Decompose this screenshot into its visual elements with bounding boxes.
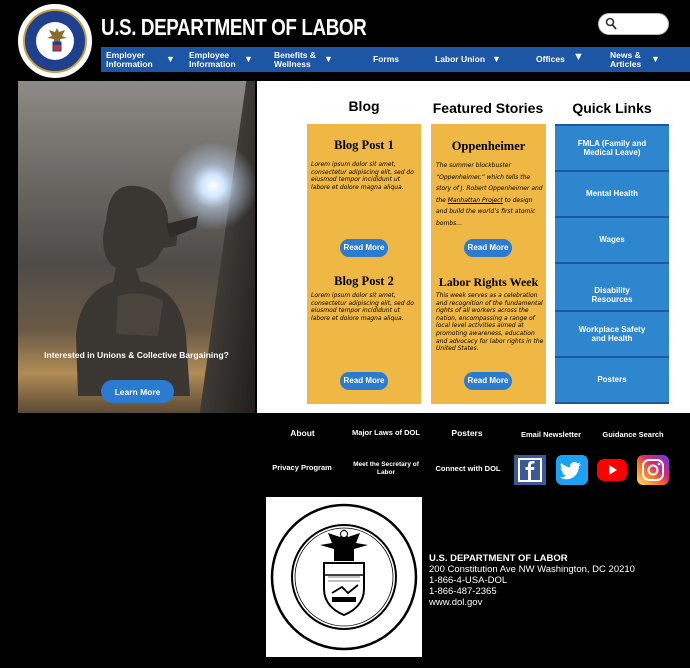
blog-card: Blog Post 1 Lorem ipsum dolor sit amet, … [307,124,421,404]
address-street: 200 Constitution Ave NW Washington, DC 2… [429,564,635,575]
footer-address: U.S. DEPARTMENT OF LABOR 200 Constitutio… [429,553,635,608]
footer-link-connect[interactable]: Connect with DOL [434,465,502,473]
footer-link-guidance-search[interactable]: Guidance Search [600,431,666,439]
nav-employer-information[interactable]: Employer Information ▼ [106,47,184,72]
oppenheimer-body: The summer blockbuster “Oppenheimer,” wh… [436,160,544,230]
eagle-icon [47,28,67,52]
footer-link-meet-secretary[interactable]: Meet the Secretary of Labor [350,461,422,477]
chevron-down-icon: ▼ [244,54,253,64]
department-seal-icon [270,503,418,651]
blog-post-2-title[interactable]: Blog Post 2 [307,274,421,289]
nav-label: Forms [373,54,399,64]
dol-seal-logo[interactable] [18,4,92,78]
chevron-down-icon: ▼ [573,51,584,63]
nav-labor-union[interactable]: Labor Union ▼ [435,47,510,72]
footer-link-posters[interactable]: Posters [446,429,488,438]
address-phone-1[interactable]: 1-866-4-USA-DOL [429,575,635,586]
manhattan-project-link[interactable]: Manhattan Project [448,197,503,204]
site-title[interactable]: U.S. DEPARTMENT OF LABOR [101,14,367,41]
welder-figure [76,185,198,396]
quick-link-posters[interactable]: Posters [555,358,669,402]
chevron-down-icon: ▼ [324,54,333,64]
twitter-icon[interactable] [556,455,588,485]
nav-label: Offices [536,54,565,64]
nav-label: Labor Union [435,54,486,64]
read-more-button[interactable]: Read More [340,239,388,257]
instagram-icon[interactable] [637,455,669,485]
quick-link-workplace-safety[interactable]: Workplace Safety and Health [555,312,669,356]
featured-stories-card: Oppenheimer The summer blockbuster “Oppe… [431,124,546,404]
chevron-down-icon: ▼ [651,54,660,64]
read-more-button[interactable]: Read More [464,239,512,257]
quick-link-disability-resources[interactable]: Disability Resources [555,264,669,310]
blog-post-2-body: Lorem ipsum dolor sit amet, consectetur … [311,292,414,322]
address-phone-2[interactable]: 1-866-487-2365 [429,586,635,597]
nav-label: Employer Information [106,49,153,69]
chevron-down-icon: ▼ [166,54,175,64]
address-org-name: U.S. DEPARTMENT OF LABOR [429,553,568,564]
read-more-button[interactable]: Read More [340,372,388,390]
footer-link-privacy-program[interactable]: Privacy Program [270,464,334,472]
footer-link-about[interactable]: About [280,429,325,438]
address-website[interactable]: www.dol.gov [429,597,635,608]
nav-news-articles[interactable]: News & Articles ▼ [610,47,680,72]
featured-stories-heading: Featured Stories [432,100,544,116]
nav-label: Benefits & Wellness [274,49,317,69]
hero-image-welder [18,81,255,413]
learn-more-button[interactable]: Learn More [101,380,174,403]
quick-links-panel: FMLA (Family and Medical Leave) Mental H… [555,124,669,404]
quick-link-wages[interactable]: Wages [555,218,669,262]
blog-post-1-title[interactable]: Blog Post 1 [307,138,421,153]
facebook-icon[interactable] [514,455,546,485]
labor-rights-week-body: This week serves as a celebration and re… [436,292,544,353]
search-icon[interactable] [605,17,617,31]
read-more-button[interactable]: Read More [464,372,512,390]
nav-offices[interactable]: Offices ▼ [536,47,591,72]
nav-forms[interactable]: Forms [373,47,413,72]
blog-heading: Blog [348,98,380,114]
youtube-icon[interactable] [596,455,628,485]
main-nav: Employer Information ▼ Employee Informat… [101,47,690,72]
quick-link-fmla[interactable]: FMLA (Family and Medical Leave) [555,126,669,170]
nav-employee-information[interactable]: Employee Information ▼ [189,47,267,72]
search-bar[interactable] [598,13,669,35]
hero-caption: Interested in Unions & Collective Bargai… [44,350,229,360]
quick-link-mental-health[interactable]: Mental Health [555,172,669,216]
nav-label: News & Articles [610,49,642,69]
search-input[interactable] [619,16,665,33]
footer-link-major-laws[interactable]: Major Laws of DOL [350,429,422,437]
labor-rights-week-title[interactable]: Labor Rights Week [431,275,546,290]
dol-seal-large [266,497,422,657]
chevron-down-icon: ▼ [492,54,501,64]
hero-beam [199,81,255,413]
nav-label: Employee Information [189,49,236,69]
footer-link-email-newsletter[interactable]: Email Newsletter [516,431,586,439]
oppenheimer-title[interactable]: Oppenheimer [431,139,546,154]
nav-benefits-wellness[interactable]: Benefits & Wellness ▼ [274,47,344,72]
site-header: U.S. DEPARTMENT OF LABOR Employer Inform… [0,0,690,80]
blog-post-1-body: Lorem ipsum dolor sit amet, consectetur … [311,161,414,191]
quick-links-heading: Quick Links [572,100,652,116]
